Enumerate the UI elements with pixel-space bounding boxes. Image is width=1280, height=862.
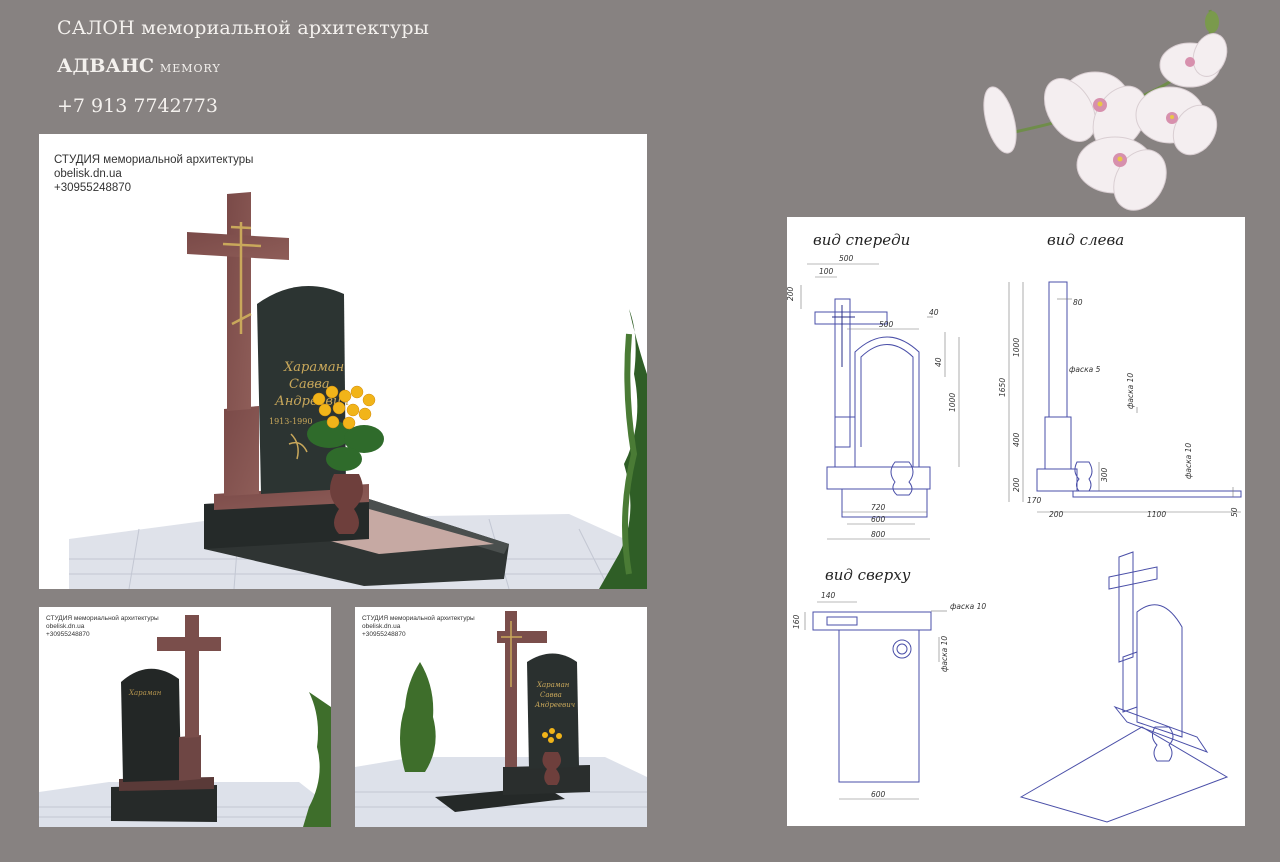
inscription-patronymic-first: Савва	[289, 377, 330, 392]
svg-text:1100: 1100	[1147, 510, 1166, 519]
side-view-drawing	[1036, 281, 1242, 498]
svg-text:40: 40	[929, 308, 939, 317]
technical-drawing-sheet: вид спереди вид слева вид сверху 500 100…	[787, 217, 1245, 826]
svg-text:170: 170	[1027, 496, 1042, 505]
svg-text:80: 80	[1073, 298, 1083, 307]
brand-logo-text: MEMORY	[159, 62, 221, 75]
main-monument-render: Хараман Савва Андреевич 1913-1990 СТУДИЯ…	[39, 134, 647, 589]
svg-text:200: 200	[787, 286, 795, 301]
svg-text:1650: 1650	[998, 378, 1007, 397]
inscription-dates: 1913-1990	[269, 417, 312, 426]
svg-text:50: 50	[1230, 507, 1239, 517]
svg-text:600: 600	[871, 790, 886, 799]
svg-text:400: 400	[1012, 432, 1021, 447]
back-inscription: Хараман	[128, 689, 162, 697]
svg-text:100: 100	[819, 267, 834, 276]
studio-watermark-small: СТУДИЯ мемориальной архитектуры obelisk.d…	[362, 615, 475, 638]
isometric-view-drawing	[1019, 551, 1229, 823]
contact-phone: +7 913 7742773	[57, 95, 218, 117]
svg-text:200: 200	[1049, 510, 1064, 519]
svg-text:600: 600	[871, 515, 886, 524]
side-view-title: вид слева	[1047, 231, 1124, 249]
svg-text:1000: 1000	[948, 393, 957, 412]
monument-render-back-view: Хараман СТУДИЯ мемориальной архитектуры o…	[39, 607, 331, 827]
angle-inscription-name: Хараман	[536, 681, 570, 689]
svg-text:720: 720	[871, 503, 886, 512]
svg-text:200: 200	[1012, 477, 1021, 492]
svg-text:40: 40	[934, 357, 943, 367]
svg-text:фаска 10: фаска 10	[940, 636, 949, 672]
svg-text:фаска 10: фаска 10	[950, 602, 986, 611]
brand-name: АДВАНС MEMORY	[57, 55, 221, 77]
angle-inscription-patronymic-first: Савва	[540, 691, 562, 699]
svg-text:160: 160	[792, 614, 801, 629]
svg-text:фаска 10: фаска 10	[1126, 373, 1135, 409]
svg-text:фаска 5: фаска 5	[1069, 365, 1101, 374]
top-view-drawing	[812, 611, 932, 783]
svg-text:500: 500	[879, 320, 894, 329]
front-view-title: вид спереди	[813, 231, 910, 249]
svg-text:140: 140	[821, 591, 836, 600]
svg-text:800: 800	[871, 530, 886, 539]
front-view-drawing	[814, 298, 931, 518]
inscription-name: Хараман	[283, 360, 344, 375]
monument-render-angle-view: Хараман Савва Андреевич СТУДИЯ мемориаль…	[355, 607, 647, 827]
svg-text:1000: 1000	[1012, 338, 1021, 357]
studio-watermark-small: СТУДИЯ мемориальной архитектуры obelisk.d…	[46, 615, 159, 638]
svg-text:фаска 10: фаска 10	[1184, 443, 1193, 479]
angle-inscription-patronymic: Андреевич	[534, 701, 575, 709]
top-view-title: вид сверху	[825, 566, 911, 584]
studio-watermark: СТУДИЯ мемориальной архитектуры obelisk.d…	[54, 154, 254, 194]
svg-text:300: 300	[1100, 467, 1109, 482]
svg-text:500: 500	[839, 254, 854, 263]
salon-title: САЛОН мемориальной архитектуры	[57, 17, 430, 39]
